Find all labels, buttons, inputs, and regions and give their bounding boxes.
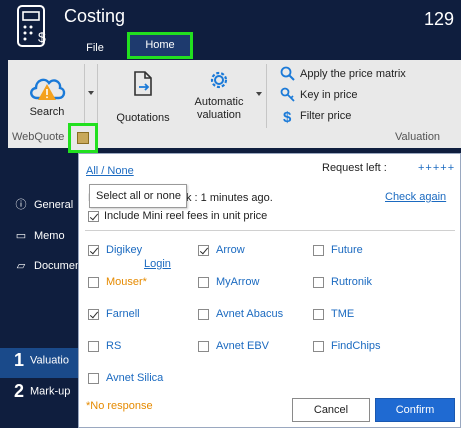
sidebar-memo-label: Memo (34, 230, 65, 242)
supplier-label-farnell: Farnell (106, 308, 140, 320)
svg-text:$: $ (283, 109, 292, 124)
supplier-label-rutronik: Rutronik (331, 276, 372, 288)
supplier-label-findchips: FindChips (331, 340, 381, 352)
menu-file[interactable]: File (80, 38, 110, 58)
sidebar-item-documents[interactable]: ▱ Documen (14, 256, 81, 276)
search-dropdown-separator (84, 64, 85, 128)
filter-price-button[interactable]: $ Filter price (280, 107, 440, 125)
step-number: 1 (14, 350, 25, 370)
automatic-label: Automatic (194, 96, 244, 108)
document-export-icon (134, 71, 152, 96)
supplier-checkbox-arrow[interactable] (198, 245, 209, 256)
login-link[interactable]: Login (144, 258, 171, 270)
supplier-checkbox-avnet-ebv[interactable] (198, 341, 209, 352)
title-bar: $ Costing 129 File Home (0, 0, 461, 60)
supplier-checkbox-mouser[interactable] (88, 277, 99, 288)
confirm-button[interactable]: Confirm (375, 398, 455, 422)
filter-price-label: Filter price (300, 110, 352, 122)
svg-text:$: $ (38, 29, 46, 45)
sidebar-markup-label: Mark-up (30, 385, 71, 398)
request-left-value: +++++ (418, 162, 456, 174)
supplier-label-avnet-ebv: Avnet EBV (216, 340, 269, 352)
apply-price-matrix-button[interactable]: Apply the price matrix (280, 65, 440, 83)
step-number: 2 (14, 381, 25, 401)
supplier-label-arrow: Arrow (216, 244, 245, 256)
key-in-price-button[interactable]: Key in price (280, 86, 440, 104)
memo-icon: ▭ (15, 230, 27, 242)
group-separator (97, 64, 98, 128)
menu-home[interactable]: Home (127, 32, 193, 59)
gear-icon (210, 71, 228, 89)
check-again-link[interactable]: Check again (385, 191, 446, 203)
automatic-dropdown-arrow[interactable] (256, 92, 262, 96)
supplier-checkbox-findchips[interactable] (313, 341, 324, 352)
supplier-label-digikey: Digikey (106, 244, 143, 256)
supplier-checkbox-digikey[interactable] (88, 245, 99, 256)
search-label: Search (29, 106, 65, 118)
supplier-checkbox-tme[interactable] (313, 309, 324, 320)
group-separator-2 (266, 64, 267, 128)
sidebar-valuation-label: Valuatio (30, 354, 69, 367)
no-response-note: *No response (86, 400, 153, 412)
all-none-link[interactable]: All / None (86, 165, 134, 177)
cancel-button[interactable]: Cancel (292, 398, 370, 422)
dollar-icon: $ (283, 109, 292, 124)
include-mini-reel-checkbox[interactable] (88, 211, 99, 222)
supplier-checkbox-rutronik[interactable] (313, 277, 324, 288)
webquote-group-label: WebQuote (12, 131, 65, 143)
info-icon: ⓘ (15, 199, 27, 211)
key-in-price-label: Key in price (300, 89, 358, 101)
valuation-label: valuation (196, 109, 242, 121)
valuation-group-label: Valuation (395, 131, 441, 143)
sidebar-general-label: General (34, 199, 74, 211)
quotations-label: Quotations (116, 112, 170, 124)
supplier-checkbox-farnell[interactable] (88, 309, 99, 320)
automatic-valuation-button[interactable]: Automatic valuation (186, 68, 252, 128)
sidebar-item-general[interactable]: ⓘ General (14, 195, 74, 215)
supplier-label-mouser: Mouser* (106, 276, 147, 288)
search-icon (280, 66, 295, 81)
costing-app-icon: $ (17, 5, 46, 47)
app-title: Costing (64, 6, 126, 26)
dialog-launcher-icon (77, 132, 89, 144)
app-counter: 129 (424, 9, 455, 29)
search-button[interactable]: Search (14, 66, 80, 128)
sidebar-step-markup[interactable]: 2 Mark-up (14, 381, 70, 402)
supplier-label-avnet-silica: Avnet Silica (106, 372, 164, 384)
webquote-popup: All / None Request left : +++++ L k : 1 … (78, 153, 461, 428)
supplier-checkbox-myarrow[interactable] (198, 277, 209, 288)
supplier-label-tme: TME (331, 308, 355, 320)
supplier-checkbox-avnet-abacus[interactable] (198, 309, 209, 320)
sidebar-step-valuation[interactable]: 1 Valuatio (14, 350, 69, 371)
request-left-label: Request left : (322, 162, 387, 174)
supplier-label-myarrow: MyArrow (216, 276, 260, 288)
cloud-warning-icon (30, 78, 66, 100)
webquote-dialog-launcher[interactable] (68, 123, 98, 153)
supplier-label-rs: RS (106, 340, 122, 352)
key-icon (280, 87, 295, 102)
supplier-label-avnet-abacus: Avnet Abacus (216, 308, 284, 320)
supplier-checkbox-future[interactable] (313, 245, 324, 256)
apply-price-matrix-label: Apply the price matrix (300, 68, 406, 80)
sidebar-item-memo[interactable]: ▭ Memo (14, 226, 65, 246)
supplier-checkbox-avnet-silica[interactable] (88, 373, 99, 384)
search-dropdown-arrow[interactable] (88, 91, 94, 95)
select-all-tooltip: Select all or none (89, 184, 187, 208)
supplier-checkbox-rs[interactable] (88, 341, 99, 352)
status-text: k : 1 minutes ago. (186, 192, 273, 204)
folder-icon: ▱ (16, 260, 26, 272)
include-mini-reel-label: Include Mini reel fees in unit price (104, 210, 268, 222)
supplier-label-future: Future (331, 244, 363, 256)
divider (85, 230, 455, 231)
quotations-button[interactable]: Quotations (106, 70, 180, 126)
sidebar-documents-label: Documen (34, 260, 82, 272)
